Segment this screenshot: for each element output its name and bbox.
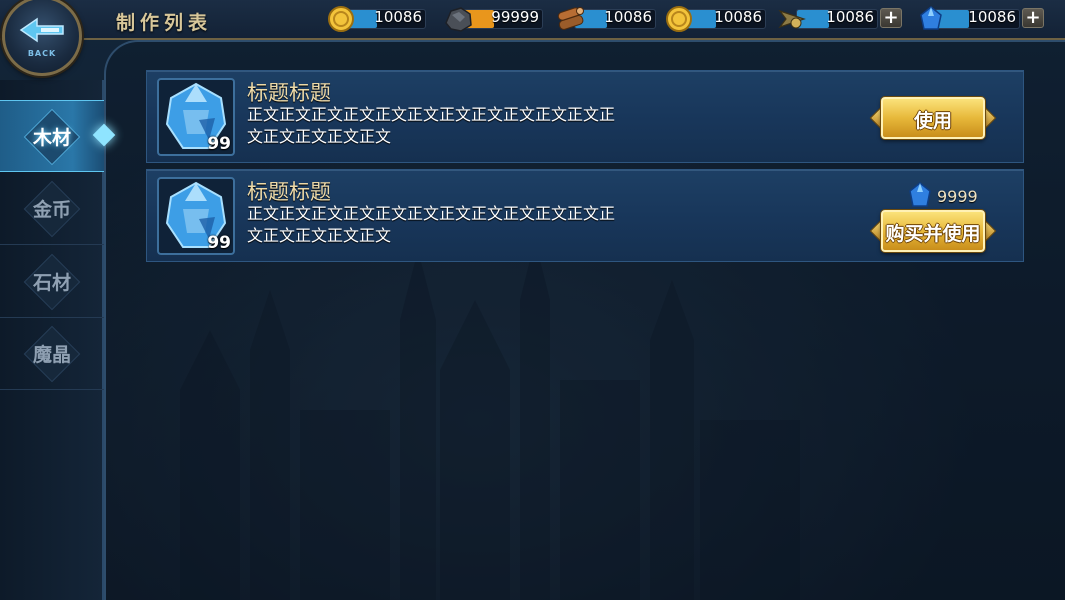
item-title: 标题标题 — [247, 180, 331, 204]
back-arrow-icon — [19, 17, 64, 43]
buy-and-use-button[interactable]: 购买并使用 — [869, 210, 997, 252]
resource-value: 10086 — [374, 8, 422, 26]
item-title: 标题标题 — [247, 81, 331, 105]
item-icon: 99 — [157, 78, 235, 156]
resource-ore: 99999 — [443, 7, 543, 32]
resource-value: 99999 — [491, 8, 539, 26]
crossbow-arrow-icon — [778, 9, 806, 29]
tab-gold[interactable]: 金币 — [0, 173, 104, 245]
add-crystal-button[interactable]: + — [1022, 8, 1044, 28]
tab-label: 石材 — [32, 272, 71, 294]
resource-value: 10086 — [826, 8, 874, 26]
iron-ore-icon — [445, 7, 472, 32]
buy-and-use-button-label: 购买并使用 — [885, 223, 981, 245]
item-count: 99 — [207, 134, 231, 154]
gold-coin-icon — [328, 6, 354, 32]
page-title: 制作列表 — [116, 12, 213, 34]
game-screen: 制作列表 10086 99999 10086 10086 10086 + 100… — [0, 0, 1065, 600]
resource-arrow: 10086 — [778, 7, 878, 31]
back-label: BACK — [27, 49, 57, 58]
resource-value: 10086 — [604, 8, 652, 26]
tab-stone[interactable]: 石材 — [0, 246, 104, 318]
resource-gold: 10086 — [326, 6, 426, 32]
resource-gold-2: 10086 — [664, 6, 766, 32]
list-item: 99 标题标题 正文正文正文正文正文正文正文正文正文正文正文正文正文正文正文正文… — [146, 169, 1024, 262]
resource-crystal: 10086 — [916, 6, 1020, 31]
tab-crystal[interactable]: 魔晶 — [0, 318, 104, 390]
tab-label: 金币 — [32, 199, 71, 221]
tab-label: 木材 — [32, 127, 71, 149]
use-button[interactable]: 使用 — [869, 97, 997, 139]
blue-crystal-icon — [920, 6, 942, 30]
back-button[interactable]: BACK — [2, 0, 82, 76]
wood-log-icon — [557, 7, 584, 30]
item-count: 99 — [207, 233, 231, 253]
blue-crystal-icon — [909, 182, 931, 207]
resource-value: 10086 — [714, 8, 762, 26]
list-item: 99 标题标题 正文正文正文正文正文正文正文正文正文正文正文正文正文正文正文正文… — [146, 70, 1024, 163]
tab-label: 魔晶 — [32, 344, 71, 366]
item-description: 正文正文正文正文正文正文正文正文正文正文正文正文正文正文正文正文 — [247, 204, 616, 245]
resource-wood: 10086 — [556, 7, 656, 31]
price-value: 9999 — [937, 187, 978, 206]
tab-wood[interactable]: 木材 — [0, 100, 104, 172]
top-bar: 制作列表 10086 99999 10086 10086 10086 + 100… — [0, 0, 1065, 40]
use-button-label: 使用 — [913, 110, 952, 132]
resource-value: 10086 — [968, 8, 1016, 26]
add-arrow-button[interactable]: + — [880, 8, 902, 28]
gold-coin-icon — [666, 6, 692, 32]
category-sidebar: 木材 金币 石材 魔晶 — [0, 80, 104, 600]
item-description: 正文正文正文正文正文正文正文正文正文正文正文正文正文正文正文正文 — [247, 105, 616, 146]
item-icon: 99 — [157, 177, 235, 255]
